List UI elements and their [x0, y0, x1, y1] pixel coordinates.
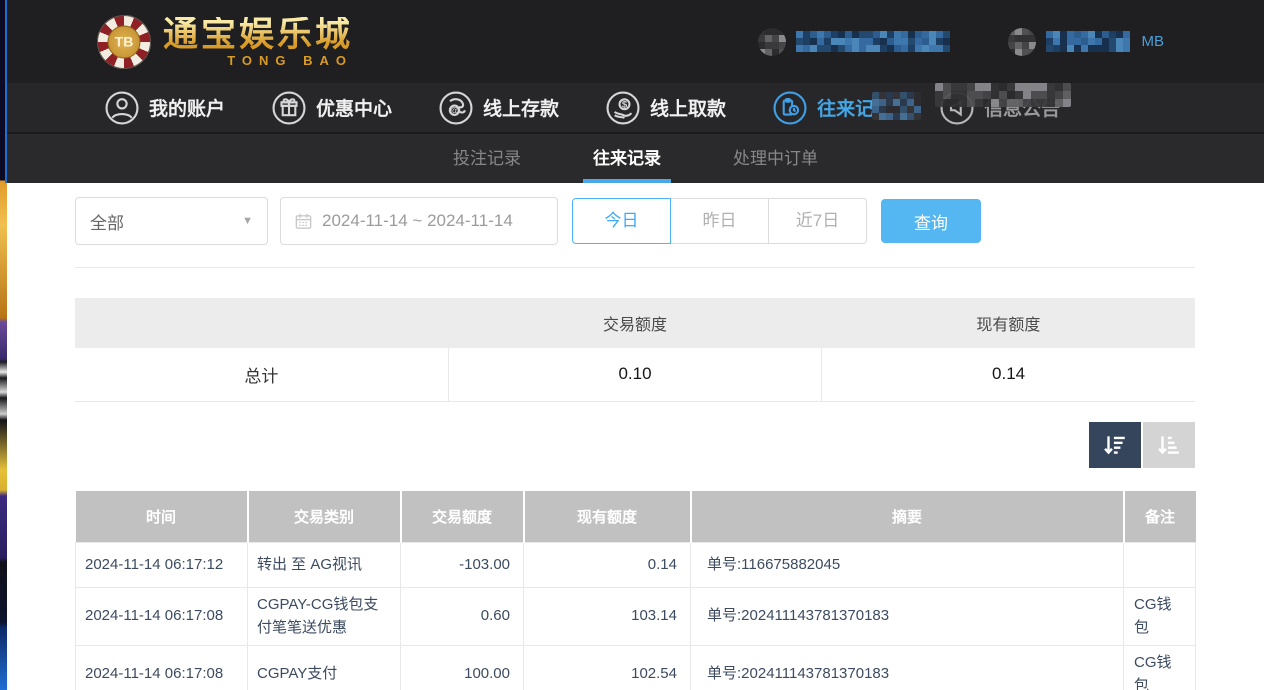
quick-today-button[interactable]: 今日 [572, 198, 671, 244]
nav-item-withdraw[interactable]: $ 线上取款 [605, 90, 726, 126]
username-display[interactable] [758, 28, 950, 56]
top-header: TB 通宝娱乐城 TONG BAO MB [7, 0, 1264, 83]
sort-amount-asc-icon [1156, 432, 1182, 458]
svg-text:$: $ [622, 99, 628, 110]
brand-name-cn: 通宝娱乐城 [163, 17, 353, 52]
section-divider [75, 267, 1195, 268]
nav-item-announcements[interactable]: 信息公告 [939, 90, 1060, 126]
tab-transaction-records[interactable]: 往来记录 [583, 134, 671, 183]
brand-logo[interactable]: TB 通宝娱乐城 TONG BAO [97, 15, 353, 69]
tab-bet-records[interactable]: 投注记录 [443, 134, 531, 183]
records-header-row: 时间 交易类别 交易额度 现有额度 摘要 备注 [76, 491, 1196, 543]
chevron-down-icon: ▼ [242, 215, 253, 227]
user-avatar-icon [758, 28, 786, 56]
table-row: 2024-11-14 06:17:08 CGPAY-CG钱包支付笔笔送优惠 0.… [76, 588, 1196, 646]
summary-current-amount: 0.14 [822, 348, 1195, 401]
user-icon [104, 90, 140, 126]
date-range-input[interactable]: 2024-11-14 ~ 2024-11-14 [280, 197, 558, 245]
nav-item-deposit[interactable]: @ 线上存款 [438, 90, 559, 126]
summary-total-row: 总计 0.10 0.14 [75, 348, 1195, 401]
main-nav: 我的账户 优惠中心 @ 线上存款 $ 线上取款 [7, 83, 1264, 134]
nav-item-my-account[interactable]: 我的账户 [104, 90, 225, 126]
summary-header-blank [75, 298, 448, 348]
main-content: 全部 ▼ 2024-11-14 ~ 2024-11-14 今日 昨日 近7日 查… [75, 197, 1195, 690]
page-background-sliver [0, 0, 7, 690]
nav-label-blur-patch [872, 92, 921, 120]
type-select[interactable]: 全部 ▼ [75, 197, 268, 245]
summary-total-label: 总计 [75, 348, 448, 401]
casino-chip-icon: TB [97, 15, 151, 69]
nav-item-transaction-records[interactable]: 往来记录 [772, 90, 893, 126]
summary-table: 交易额度 现有额度 总计 0.10 0.14 [75, 298, 1195, 402]
search-button[interactable]: 查询 [881, 199, 981, 243]
gift-icon [271, 90, 307, 126]
nav-item-promotions[interactable]: 优惠中心 [271, 90, 392, 126]
summary-header-transaction: 交易额度 [448, 298, 821, 348]
balance-redacted [1046, 31, 1130, 52]
withdraw-icon: $ [605, 90, 641, 126]
sort-descending-button[interactable] [1089, 422, 1141, 468]
quick-last7days-button[interactable]: 近7日 [768, 198, 867, 244]
record-tabs: 投注记录 往来记录 处理中订单 [7, 134, 1264, 183]
brand-name-en: TONG BAO [227, 54, 353, 67]
sort-amount-desc-icon [1102, 432, 1128, 458]
filter-row: 全部 ▼ 2024-11-14 ~ 2024-11-14 今日 昨日 近7日 查… [75, 197, 1195, 245]
quick-yesterday-button[interactable]: 昨日 [670, 198, 769, 244]
quick-date-group: 今日 昨日 近7日 [572, 198, 867, 244]
calendar-icon [294, 212, 313, 231]
records-icon [772, 90, 808, 126]
tab-pending-orders[interactable]: 处理中订单 [723, 134, 828, 183]
user-area: MB [758, 28, 1165, 56]
wallet-icon [1008, 28, 1036, 56]
sort-controls [75, 422, 1195, 468]
sort-ascending-button[interactable] [1143, 422, 1195, 468]
balance-display[interactable]: MB [1008, 28, 1165, 56]
deposit-icon: @ [438, 90, 474, 126]
nav-item-blur-patch [935, 83, 1071, 107]
summary-transaction-amount: 0.10 [448, 348, 821, 401]
summary-header-current: 现有额度 [822, 298, 1195, 348]
balance-unit: MB [1142, 33, 1165, 50]
svg-text:@: @ [450, 105, 459, 115]
username-redacted [796, 31, 950, 52]
table-row: 2024-11-14 06:17:12 转出 至 AG视讯 -103.00 0.… [76, 543, 1196, 588]
table-row: 2024-11-14 06:17:08 CGPAY支付 100.00 102.5… [76, 646, 1196, 690]
records-table: 时间 交易类别 交易额度 现有额度 摘要 备注 2024-11-14 06:17… [75, 491, 1196, 690]
